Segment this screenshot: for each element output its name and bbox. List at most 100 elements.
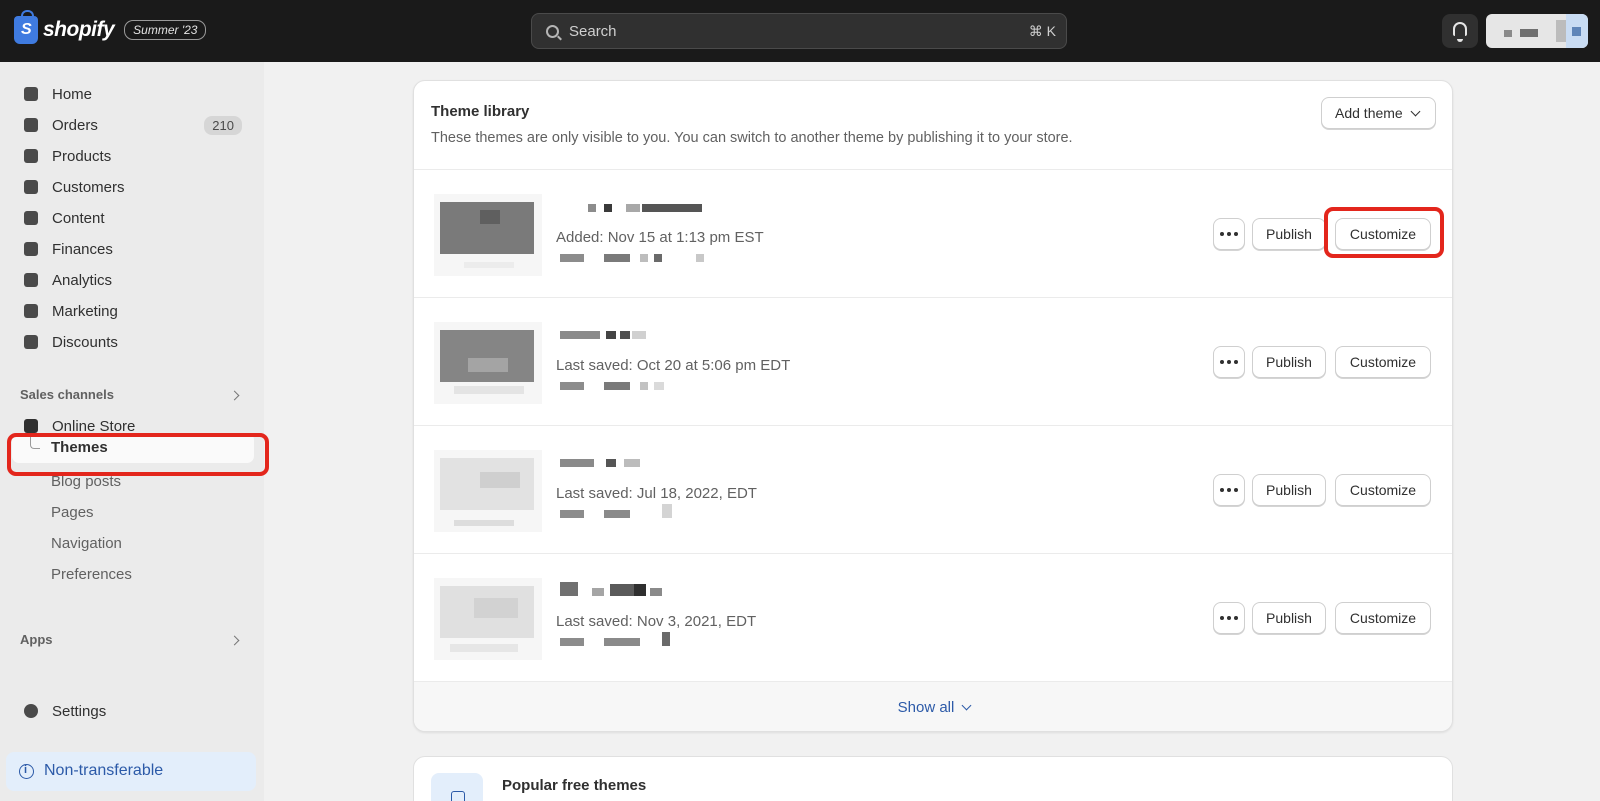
more-actions-button[interactable] xyxy=(1213,474,1245,506)
sidebar-item-analytics[interactable]: Analytics xyxy=(12,265,254,295)
sidebar-item-settings[interactable]: Settings xyxy=(12,696,254,726)
blur-block xyxy=(560,510,584,518)
blur-block xyxy=(610,584,634,596)
sidebar-item-preferences[interactable]: Preferences xyxy=(51,566,132,583)
edition-badge: Summer '23 xyxy=(124,20,207,40)
dot xyxy=(1234,488,1238,492)
shopify-logo[interactable]: S shopify Summer '23 xyxy=(14,10,207,44)
brand-name: shopify xyxy=(43,18,115,41)
dot xyxy=(1227,616,1231,620)
dot xyxy=(1234,616,1238,620)
publish-button[interactable]: Publish xyxy=(1252,474,1326,506)
blur-block xyxy=(560,459,594,467)
dot xyxy=(1220,360,1224,364)
card-title: Theme library xyxy=(431,103,530,120)
publish-button[interactable]: Publish xyxy=(1252,602,1326,634)
sales-channels-title[interactable]: Sales channels xyxy=(20,387,114,402)
chevron-down-icon xyxy=(1410,106,1421,116)
sidebar-item-content[interactable]: Content xyxy=(12,203,254,233)
thumbnail-blur xyxy=(480,472,520,488)
sidebar-item-label: Settings xyxy=(52,702,107,720)
theme-row: Last saved: Jul 18, 2022, EDT Publish Cu… xyxy=(414,425,1452,553)
sidebar-item-label: Finances xyxy=(52,240,113,258)
notifications-button[interactable] xyxy=(1442,14,1478,48)
apps-title[interactable]: Apps xyxy=(20,632,53,647)
theme-row: Last saved: Oct 20 at 5:06 pm EDT Publis… xyxy=(414,297,1452,425)
sidebar-item-marketing[interactable]: Marketing xyxy=(12,296,254,326)
discount-icon xyxy=(24,335,38,349)
non-transferable-label: Non-transferable xyxy=(44,762,164,779)
blur-block xyxy=(640,382,648,390)
theme-thumbnail[interactable] xyxy=(434,578,542,660)
publish-button[interactable]: Publish xyxy=(1252,346,1326,378)
sidebar-item-navigation[interactable]: Navigation xyxy=(51,535,122,552)
sidebar-item-label: Analytics xyxy=(52,271,113,289)
sidebar-item-orders[interactable]: Orders 210 xyxy=(12,110,254,140)
sidebar-item-home[interactable]: Home xyxy=(12,79,254,109)
theme-thumbnail[interactable] xyxy=(434,194,542,276)
bar-chart-icon xyxy=(24,273,38,287)
highlight-box-themes xyxy=(7,433,269,476)
shopping-bag-icon: S xyxy=(14,10,38,44)
thumbnail-blur xyxy=(464,262,514,268)
blur-block xyxy=(650,588,662,596)
sidebar-item-label: Online Store xyxy=(52,417,136,435)
non-transferable-banner[interactable]: Non-transferable xyxy=(6,752,256,791)
theme-date: Added: Nov 15 at 1:13 pm EST xyxy=(556,229,764,246)
sidebar-item-label: Discounts xyxy=(52,333,118,351)
card-subtitle: These themes are only visible to you. Yo… xyxy=(431,130,1073,146)
blur-block xyxy=(592,588,604,596)
account-menu[interactable] xyxy=(1486,14,1588,48)
theme-date: Last saved: Oct 20 at 5:06 pm EDT xyxy=(556,357,791,374)
thumbnail-blur xyxy=(454,520,514,526)
show-all-button[interactable]: Show all xyxy=(414,681,1452,731)
theme-row: Last saved: Nov 3, 2021, EDT Publish Cus… xyxy=(414,553,1452,681)
customize-button[interactable]: Customize xyxy=(1335,346,1431,378)
more-actions-button[interactable] xyxy=(1213,602,1245,634)
sidebar-item-label: Orders xyxy=(52,116,98,134)
customize-button[interactable]: Customize xyxy=(1335,602,1431,634)
content-icon xyxy=(24,211,38,225)
theme-row: Added: Nov 15 at 1:13 pm EST Publish Cus… xyxy=(414,169,1452,297)
blur-block xyxy=(606,331,616,339)
sidebar-item-discounts[interactable]: Discounts xyxy=(12,327,254,357)
dot xyxy=(1220,232,1224,236)
search-icon xyxy=(546,25,559,38)
blur-block xyxy=(654,382,664,390)
dot xyxy=(1227,488,1231,492)
blur-block xyxy=(632,331,646,339)
popular-free-themes-card: Popular free themes xyxy=(413,756,1453,801)
blur-block xyxy=(626,204,640,212)
blur-block xyxy=(606,459,616,467)
store-icon xyxy=(24,419,38,433)
sidebar-item-label: Content xyxy=(52,209,105,227)
publish-button[interactable]: Publish xyxy=(1252,218,1326,250)
blur-block xyxy=(604,638,640,646)
blur-block xyxy=(634,584,646,596)
blur-block xyxy=(620,331,630,339)
theme-thumbnail[interactable] xyxy=(434,322,542,404)
customize-button[interactable]: Customize xyxy=(1335,474,1431,506)
target-icon xyxy=(24,304,38,318)
theme-icon xyxy=(431,773,483,801)
show-all-label: Show all xyxy=(897,699,955,716)
dot xyxy=(1220,616,1224,620)
theme-thumbnail[interactable] xyxy=(434,450,542,532)
more-actions-button[interactable] xyxy=(1213,218,1245,250)
blur-block xyxy=(588,204,596,212)
sidebar-item-products[interactable]: Products xyxy=(12,141,254,171)
sidebar-item-customers[interactable]: Customers xyxy=(12,172,254,202)
person-icon xyxy=(24,180,38,194)
more-actions-button[interactable] xyxy=(1213,346,1245,378)
search-input[interactable]: Search ⌘ K xyxy=(531,13,1067,49)
sidebar-item-finances[interactable]: Finances xyxy=(12,234,254,264)
highlight-box-customize xyxy=(1324,207,1444,258)
chevron-right-icon[interactable] xyxy=(229,390,240,401)
add-theme-button[interactable]: Add theme xyxy=(1321,97,1436,129)
sidebar-item-pages[interactable]: Pages xyxy=(51,504,94,521)
bell-icon xyxy=(1453,22,1467,42)
avatar-blur xyxy=(1572,27,1581,36)
blur-block xyxy=(560,254,584,262)
chevron-right-icon[interactable] xyxy=(229,635,240,646)
dot xyxy=(1227,232,1231,236)
